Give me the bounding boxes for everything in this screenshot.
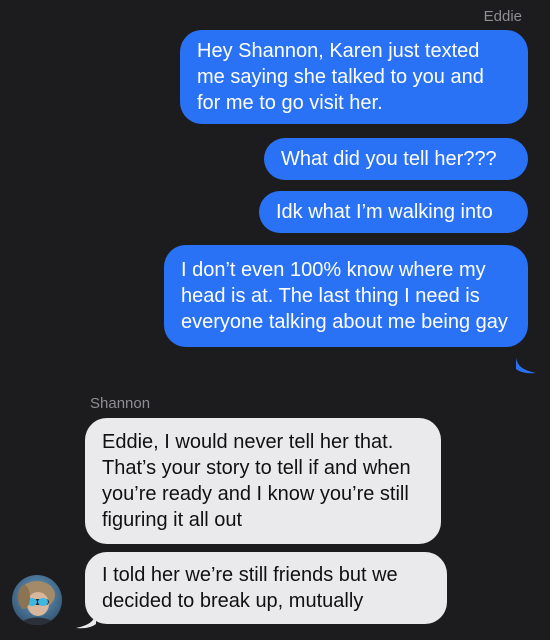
- incoming-message[interactable]: Eddie, I would never tell her that. That…: [85, 418, 441, 544]
- outgoing-bubble-tail: [516, 358, 536, 374]
- incoming-bubble-tail: [76, 613, 96, 629]
- outgoing-message[interactable]: Hey Shannon, Karen just texted me saying…: [180, 30, 528, 124]
- sender-name-eddie: Eddie: [483, 8, 522, 25]
- contact-avatar-icon[interactable]: [12, 575, 62, 625]
- avatar-photo: [12, 575, 62, 625]
- incoming-message[interactable]: I told her we’re still friends but we de…: [85, 552, 447, 624]
- outgoing-message[interactable]: I don’t even 100% know where my head is …: [164, 245, 528, 347]
- sender-name-shannon: Shannon: [90, 395, 151, 412]
- outgoing-message[interactable]: What did you tell her???: [264, 138, 528, 180]
- outgoing-message[interactable]: Idk what I’m walking into: [259, 191, 528, 233]
